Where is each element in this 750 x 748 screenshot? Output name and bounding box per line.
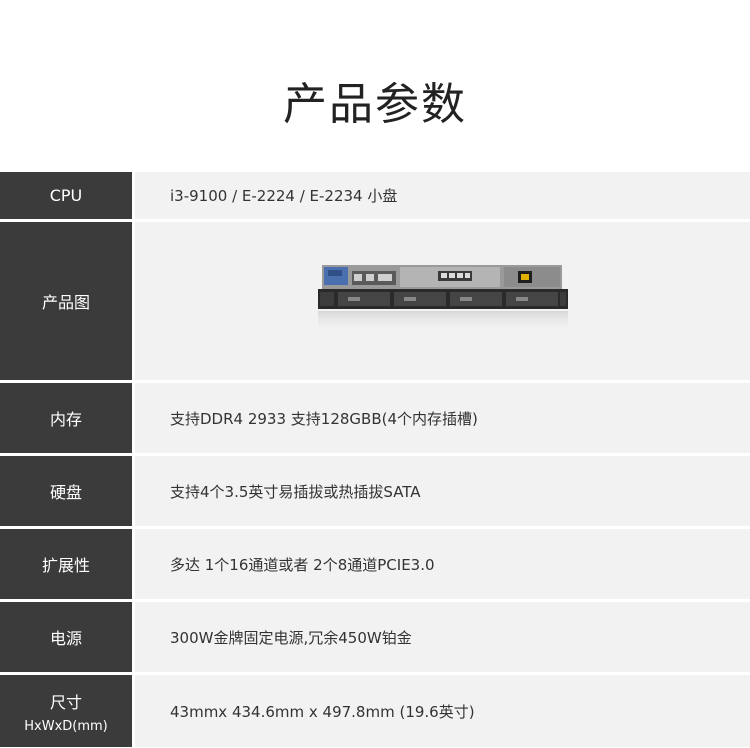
table-row-cpu: CPU i3-9100 / E-2224 / E-2234 小盘 — [0, 172, 750, 219]
server-product-image — [317, 265, 568, 337]
row-label-group: 尺寸 HxWxD(mm) — [0, 675, 132, 747]
page-title: 产品参数 — [283, 79, 467, 130]
table-row-expansion: 扩展性 多达 1个16通道或者 2个8通道PCIE3.0 — [0, 529, 750, 599]
spec-table: CPU i3-9100 / E-2224 / E-2234 小盘 产品图 内存 … — [0, 172, 750, 747]
row-value: 支持4个3.5英寸易插拔或热插拔SATA — [135, 456, 750, 526]
row-label: 电源 — [0, 602, 132, 672]
table-row-disk: 硬盘 支持4个3.5英寸易插拔或热插拔SATA — [0, 456, 750, 526]
row-value: 支持DDR4 2933 支持128GBB(4个内存插槽) — [135, 383, 750, 453]
row-value: 300W金牌固定电源,冗余450W铂金 — [135, 602, 750, 672]
row-label: 硬盘 — [0, 456, 132, 526]
table-row-power: 电源 300W金牌固定电源,冗余450W铂金 — [0, 602, 750, 672]
row-label: 内存 — [0, 383, 132, 453]
table-row-size: 尺寸 HxWxD(mm) 43mmx 434.6mm x 497.8mm (19… — [0, 675, 750, 747]
row-label-sub: HxWxD(mm) — [24, 718, 108, 734]
table-row-memory: 内存 支持DDR4 2933 支持128GBB(4个内存插槽) — [0, 383, 750, 453]
table-row-image: 产品图 — [0, 222, 750, 380]
row-value: 多达 1个16通道或者 2个8通道PCIE3.0 — [135, 529, 750, 599]
row-label: 扩展性 — [0, 529, 132, 599]
row-value: i3-9100 / E-2224 / E-2234 小盘 — [135, 172, 750, 219]
row-value: 43mmx 434.6mm x 497.8mm (19.6英寸) — [135, 675, 750, 747]
row-label: 产品图 — [0, 222, 132, 380]
row-label: 尺寸 — [49, 692, 82, 712]
product-image-cell — [135, 222, 750, 380]
row-label: CPU — [0, 172, 132, 219]
